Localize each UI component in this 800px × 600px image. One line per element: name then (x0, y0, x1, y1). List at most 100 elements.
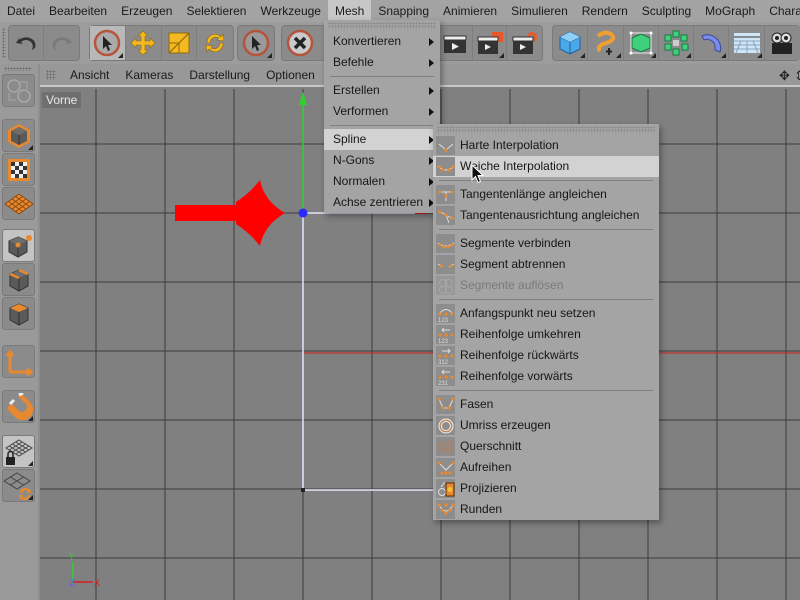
viewport-grip[interactable] (46, 69, 56, 80)
menu-item-label: N-Gons (333, 153, 375, 167)
menubar-item-mograph[interactable]: MoGraph (698, 0, 762, 22)
spline-menu-item-aufreihen[interactable]: Aufreihen (433, 457, 659, 478)
lock-workplane-button[interactable] (2, 435, 35, 468)
spline-menu-item-querschnitt[interactable]: Querschnitt (433, 436, 659, 457)
mesh-menu-item-verformen[interactable]: Verformen (324, 101, 440, 122)
spline-menu-item-reihenfolge-vorwaerts[interactable]: 231 Reihenfolge vorwärts (433, 366, 659, 387)
menu-tearoff-grip[interactable] (437, 126, 655, 133)
viewport-menu-darstellung[interactable]: Darstellung (181, 68, 258, 82)
menu-separator (439, 390, 653, 391)
menu-item-label: Fasen (460, 397, 494, 411)
subdivision-button[interactable] (624, 26, 659, 60)
menubar-item-bearbeiten[interactable]: Bearbeiten (42, 0, 114, 22)
x-axis-lock-button[interactable] (282, 26, 318, 60)
cube-button[interactable] (553, 26, 589, 60)
scale-button[interactable] (162, 26, 198, 60)
move-button[interactable] (126, 26, 162, 60)
spline-menu-item-anfangspunkt-neu-setzen[interactable]: 123 Anfangspunkt neu setzen (433, 303, 659, 324)
menubar-item-animieren[interactable]: Animieren (436, 0, 504, 22)
redo-button[interactable] (44, 26, 79, 60)
floor-button[interactable] (729, 26, 765, 60)
submenu-indicator (650, 53, 656, 58)
model-mode-button[interactable] (2, 119, 35, 152)
mesh-menu-item-spline[interactable]: Spline (324, 129, 440, 150)
spline-menu-item-tangentenausrichtung-angleichen[interactable]: Tangentenausrichtung angleichen (433, 205, 659, 226)
render-view-button[interactable] (438, 26, 473, 60)
menu-tearoff-grip[interactable] (328, 22, 436, 29)
camera-button[interactable] (765, 26, 800, 60)
live-selection-button[interactable] (90, 26, 126, 60)
submenu-indicator (686, 53, 692, 58)
rotate-button[interactable] (197, 26, 233, 60)
cloner-icon (664, 30, 689, 56)
polygons-mode-button[interactable] (2, 297, 35, 330)
cloner-button[interactable] (659, 26, 695, 60)
submenu-indicator (580, 53, 586, 58)
viewport-menu-kameras[interactable]: Kameras (117, 68, 181, 82)
menu-item-label: Aufreihen (460, 460, 512, 474)
render-settings-button[interactable] (507, 26, 542, 60)
menubar-item-rendern[interactable]: Rendern (575, 0, 635, 22)
submenu-indicator (267, 53, 272, 58)
submenu-indicator (28, 416, 33, 421)
mesh-menu-item-n-gons[interactable]: N-Gons (324, 150, 440, 171)
spline-menu-item-reihenfolge-umkehren[interactable]: 123 Reihenfolge umkehren (433, 324, 659, 345)
menubar-item-snapping[interactable]: Snapping (371, 0, 436, 22)
pan-view-icon[interactable]: ✥ (779, 68, 790, 84)
menu-item-label: Segment abtrennen (460, 257, 566, 271)
edges-mode-button[interactable] (2, 263, 35, 296)
viewport-menu-optionen[interactable]: Optionen (258, 68, 323, 82)
mesh-menu-item-konvertieren[interactable]: Konvertieren (324, 31, 440, 52)
spline-menu-item-segment-abtrennen[interactable]: Segment abtrennen (433, 254, 659, 275)
gizmo-x-label: X (94, 579, 100, 589)
spline-menu-item-segmente-verbinden[interactable]: Segmente verbinden (433, 233, 659, 254)
spline-menu-item-runden[interactable]: Runden (433, 499, 659, 520)
menubar-item-datei[interactable]: Datei (0, 0, 42, 22)
texture-mode-button[interactable] (2, 153, 35, 186)
mesh-menu-item-achse-zentrieren[interactable]: Achse zentrieren (324, 192, 440, 213)
equal-tangent-direction-icon (436, 206, 455, 225)
mesh-menu-item-erstellen[interactable]: Erstellen (324, 80, 440, 101)
spline-menu-item-projizieren[interactable]: Projizieren (433, 478, 659, 499)
spline-menu-item-umriss-erzeugen[interactable]: Umriss erzeugen (433, 415, 659, 436)
workplane-mode-button[interactable] (2, 187, 35, 220)
viewport-menu-ansicht[interactable]: Ansicht (62, 68, 117, 82)
toolbar-grip[interactable] (2, 28, 6, 58)
points-mode-button[interactable] (2, 229, 35, 262)
menubar: Datei Bearbeiten Erzeugen Selektieren Werkze… (0, 0, 800, 22)
undo-button[interactable] (9, 26, 45, 60)
spline-pen-button[interactable] (588, 26, 624, 60)
selected-point (298, 208, 308, 218)
menubar-item-erzeugen[interactable]: Erzeugen (114, 0, 179, 22)
menubar-item-simulieren[interactable]: Simulieren (504, 0, 575, 22)
equal-tangent-length-icon (436, 185, 455, 204)
mesh-menu-item-normalen[interactable]: Normalen (324, 171, 440, 192)
snapping-button[interactable] (2, 390, 35, 423)
spline-menu-item-reihenfolge-rueckwaerts[interactable]: 312 Reihenfolge rückwärts (433, 345, 659, 366)
left-toolbar-grip[interactable] (4, 67, 32, 71)
mesh-menu-item-befehle[interactable]: Befehle (324, 52, 440, 73)
submenu-indicator (117, 53, 123, 58)
make-editable-button[interactable] (2, 74, 35, 107)
menubar-item-charak[interactable]: Charak (762, 0, 800, 22)
create-outline-icon (436, 416, 455, 435)
menubar-item-mesh[interactable]: Mesh (327, 0, 372, 22)
render-to-picture-viewer-icon (477, 32, 503, 54)
spline-menu-item-fasen[interactable]: Fasen (433, 394, 659, 415)
zoom-view-icon[interactable]: ⇕ (794, 68, 800, 84)
menubar-item-werkzeuge[interactable]: Werkzeuge (253, 0, 327, 22)
spline-menu-item-weiche-interpolation[interactable]: Weiche Interpolation (433, 156, 659, 177)
menu-item-label: Segmente verbinden (460, 236, 571, 250)
axis-mode-button[interactable] (2, 345, 35, 378)
deformer-button[interactable] (694, 26, 730, 60)
submenu-arrow-icon (429, 87, 434, 95)
spline-menu-item-tangentenlaenge-angleichen[interactable]: Tangentenlänge angleichen (433, 184, 659, 205)
annotation-arrow-icon (175, 180, 285, 246)
last-tool-button[interactable] (238, 26, 274, 60)
spline-menu-item-harte-interpolation[interactable]: Harte Interpolation (433, 135, 659, 156)
undo-icon (16, 37, 36, 50)
menubar-item-selektieren[interactable]: Selektieren (179, 0, 253, 22)
menubar-item-sculpting[interactable]: Sculpting (635, 0, 698, 22)
render-picture-viewer-button[interactable] (473, 26, 508, 60)
workplane-sync-button[interactable] (2, 469, 35, 502)
